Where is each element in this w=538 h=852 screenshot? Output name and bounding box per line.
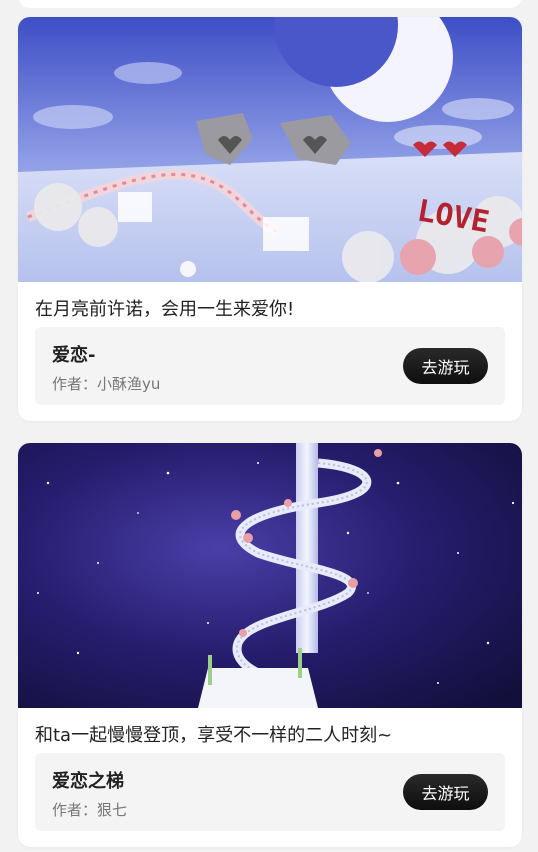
game-card[interactable]: 和ta一起慢慢登顶，享受不一样的二人时刻~ 爱恋之梯 作者：狠七 去游玩 [18, 443, 522, 847]
game-title: 爱恋之梯 [52, 771, 124, 792]
game-cover-image[interactable] [18, 443, 522, 708]
game-info-box: 爱恋之梯 作者：狠七 去游玩 [35, 753, 505, 831]
game-author: 作者：小酥渔yu [52, 375, 161, 393]
game-info-box: 爱恋- 作者：小酥渔yu 去游玩 [35, 327, 505, 405]
play-button[interactable]: 去游玩 [403, 774, 488, 810]
game-cover-image[interactable]: LOVE [18, 17, 522, 282]
play-button[interactable]: 去游玩 [403, 348, 488, 384]
game-caption: 在月亮前许诺，会用一生来爱你! [35, 299, 295, 320]
game-author: 作者：狠七 [52, 801, 128, 819]
game-caption: 和ta一起慢慢登顶，享受不一样的二人时刻~ [35, 725, 393, 746]
game-title: 爱恋- [52, 345, 96, 366]
previous-card-edge [18, 0, 522, 8]
game-card[interactable]: LOVE 在月亮前许诺，会用一生来爱你! 爱恋- 作者：小酥渔yu 去游玩 [18, 17, 522, 421]
